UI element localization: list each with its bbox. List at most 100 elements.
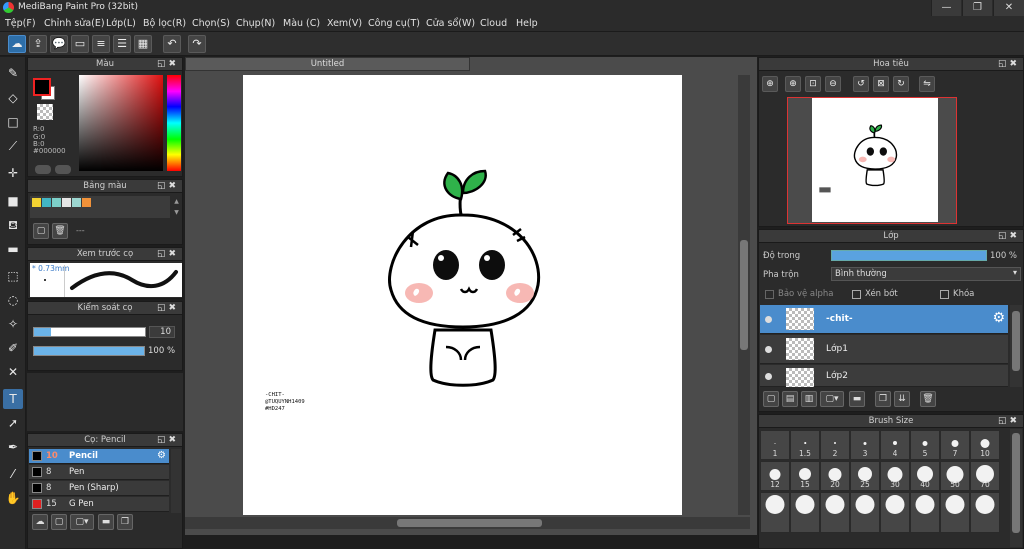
brush-size-scroll-thumb[interactable] (1012, 433, 1020, 533)
share-icon[interactable]: ⇪ (29, 35, 47, 53)
brush-size-cell[interactable]: 50 (940, 461, 970, 491)
panel-controls-icon[interactable]: ◱✖ (157, 180, 179, 193)
brush-size-cell[interactable]: 1.5 (790, 430, 820, 460)
new-halftone-layer-icon[interactable]: ▤ (782, 391, 798, 407)
visibility-icon[interactable] (765, 316, 772, 323)
operation-tool-icon[interactable]: ➚ (3, 413, 23, 433)
clipping-checkbox[interactable] (852, 290, 861, 299)
layer-list-scrollbar[interactable] (1010, 305, 1022, 387)
brush-size-cell[interactable]: 4 (880, 430, 910, 460)
new-palette-icon[interactable]: ▢ (33, 223, 49, 239)
blend-mode-select[interactable]: Bình thường ▾ (831, 267, 1021, 281)
document-icon[interactable]: ≡ (92, 35, 110, 53)
brush-folder-icon[interactable]: ▬ (98, 514, 114, 530)
duplicate-layer-icon[interactable]: ❐ (875, 391, 891, 407)
palette-swatch[interactable] (62, 198, 71, 207)
zoom-out-icon[interactable]: ⊖ (825, 76, 841, 92)
brush-size-value[interactable]: 10 (149, 326, 175, 338)
rotate-right-icon[interactable]: ↻ (893, 76, 909, 92)
select-pen-tool-icon[interactable]: ✐ (3, 338, 23, 358)
select-eraser-tool-icon[interactable]: ✕ (3, 362, 23, 382)
brush-add-menu-icon[interactable]: ▢▾ (70, 514, 94, 530)
fit-icon[interactable]: ⊡ (805, 76, 821, 92)
menu-color[interactable]: Màu (C) (283, 18, 320, 29)
canvas-tab[interactable]: Untitled (185, 57, 470, 71)
brush-size-cell[interactable]: 40 (910, 461, 940, 491)
panel-controls-icon[interactable]: ◱✖ (998, 415, 1020, 428)
saturation-value-picker[interactable] (79, 75, 163, 171)
brush-size-cell[interactable]: 3 (850, 430, 880, 460)
menu-filter[interactable]: Bộ lọc(R) (143, 18, 186, 29)
zoom-in-icon[interactable]: ⊕ (785, 76, 801, 92)
panel-controls-icon[interactable]: ◱✖ (157, 58, 179, 71)
layer-opacity-slider[interactable] (831, 250, 987, 261)
palette-swatch[interactable] (32, 198, 41, 207)
palette-swatch[interactable] (82, 198, 91, 207)
brush-size-cell[interactable]: 5 (910, 430, 940, 460)
hue-slider[interactable] (167, 75, 181, 171)
palette-swatch[interactable] (52, 198, 61, 207)
flip-icon[interactable]: ⇋ (919, 76, 935, 92)
layer-row[interactable]: -chit- ⚙ (760, 305, 1008, 334)
brush-item[interactable]: 8 Pen (Sharp) (29, 481, 169, 496)
bucket-tool-icon[interactable]: ⛾ (3, 215, 23, 235)
line-tool-icon[interactable]: ⟋ (3, 136, 23, 156)
palette-swatch[interactable] (72, 198, 81, 207)
brush-item[interactable]: 15 G Pen (29, 497, 169, 512)
brush-size-cell[interactable]: 25 (850, 461, 880, 491)
brush-size-cell[interactable]: 30 (880, 461, 910, 491)
select-rect-tool-icon[interactable]: ⬚ (3, 266, 23, 286)
brush-size-cell[interactable] (790, 492, 820, 533)
panel-controls-icon[interactable]: ◱✖ (157, 302, 179, 315)
fill-rect-tool-icon[interactable]: ■ (3, 191, 23, 211)
brush-size-cell[interactable] (880, 492, 910, 533)
canvas-page[interactable]: -CHIT- @TUQUYNH1409 #HD247 (243, 75, 682, 515)
protect-alpha-checkbox[interactable] (765, 290, 774, 299)
visibility-icon[interactable] (765, 346, 772, 353)
lasso-tool-icon[interactable]: ◌ (3, 290, 23, 310)
brush-size-cell[interactable]: 20 (820, 461, 850, 491)
new-brush-icon[interactable]: ▢ (51, 514, 67, 530)
cloud-icon[interactable]: ☁ (8, 35, 26, 53)
comment-icon[interactable]: 💬 (50, 35, 68, 53)
page-icon[interactable]: ▭ (71, 35, 89, 53)
new-layer-icon[interactable]: ▢ (763, 391, 779, 407)
visibility-icon[interactable] (765, 373, 772, 380)
reset-view-icon[interactable]: ⊠ (873, 76, 889, 92)
delete-palette-icon[interactable]: 🗑 (52, 223, 68, 239)
brush-size-cell[interactable]: 2 (820, 430, 850, 460)
panel-controls-icon[interactable]: ◱✖ (998, 230, 1020, 243)
redo-icon[interactable]: ↷ (188, 35, 206, 53)
navigator-thumbnail[interactable] (812, 98, 938, 222)
layer-scroll-thumb[interactable] (1012, 311, 1020, 371)
gear-icon[interactable]: ⚙ (992, 310, 1005, 326)
menu-capture[interactable]: Chụp(N) (236, 18, 275, 29)
rotate-left-icon[interactable]: ↺ (853, 76, 869, 92)
brush-item[interactable]: 10 Pencil ⚙ (29, 449, 169, 464)
brush-size-cell[interactable] (850, 492, 880, 533)
menu-tools[interactable]: Công cụ(T) (368, 18, 420, 29)
zoom-icon[interactable]: ⊕ (762, 76, 778, 92)
panel-controls-icon[interactable]: ◱✖ (157, 248, 179, 261)
add-layer-menu-icon[interactable]: ▢▾ (820, 391, 844, 407)
canvas-vertical-scroll-thumb[interactable] (740, 240, 748, 350)
menu-help[interactable]: Help (516, 18, 538, 29)
text-tool-icon[interactable]: T (3, 389, 23, 409)
gear-icon[interactable]: ⚙ (157, 450, 166, 461)
menu-cloud[interactable]: Cloud (480, 18, 507, 29)
menu-select[interactable]: Chọn(S) (192, 18, 230, 29)
duplicate-brush-icon[interactable]: ❐ (117, 514, 133, 530)
brush-size-cell[interactable] (970, 492, 1000, 533)
brush-size-cell[interactable]: 1 (760, 430, 790, 460)
eyedropper-tool-icon[interactable]: ⁄ (3, 464, 23, 484)
list-icon[interactable]: ☰ (113, 35, 131, 53)
add-cloud-brush-icon[interactable]: ☁ (32, 514, 48, 530)
menu-layer[interactable]: Lớp(L) (106, 18, 136, 29)
brush-size-cell[interactable]: 10 (970, 430, 1000, 460)
eraser-tool-icon[interactable]: ◇ (3, 88, 23, 108)
primary-color-swatch[interactable] (33, 78, 51, 96)
brush-size-cell[interactable]: 7 (940, 430, 970, 460)
undo-icon[interactable]: ↶ (163, 35, 181, 53)
grid-icon[interactable]: ▦ (134, 35, 152, 53)
brush-size-cell[interactable] (820, 492, 850, 533)
